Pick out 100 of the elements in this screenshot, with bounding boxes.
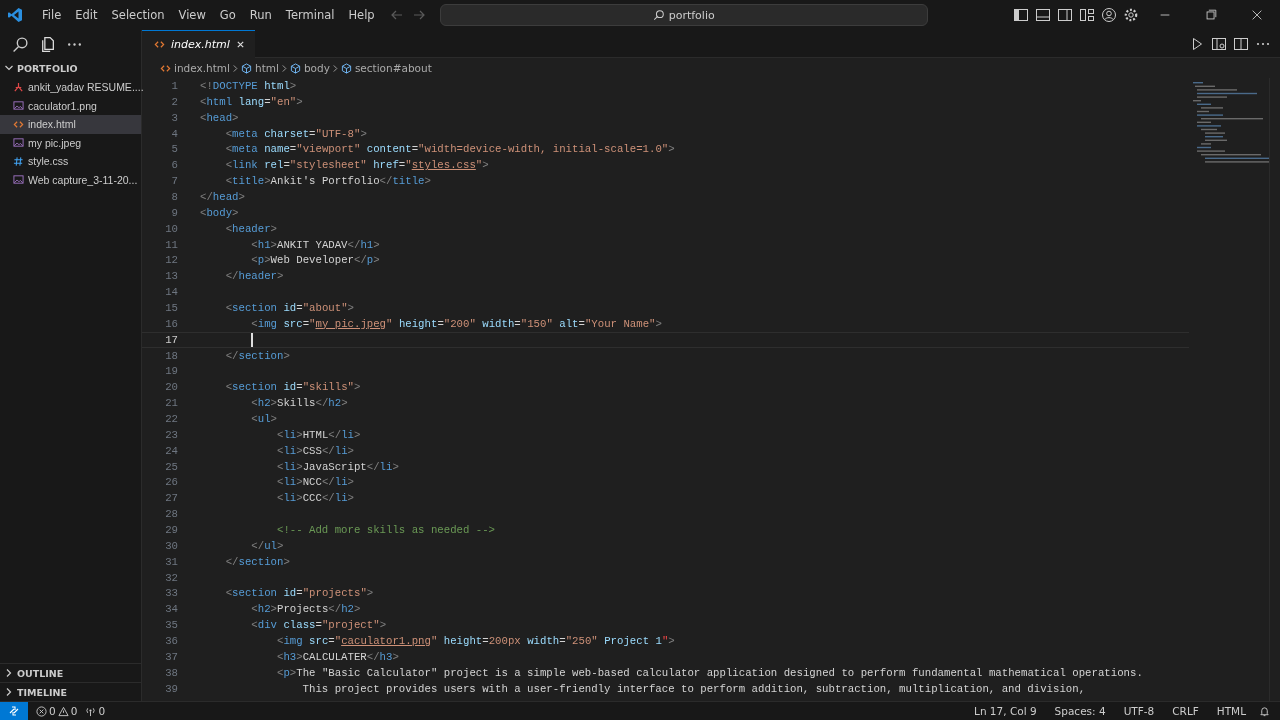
code-line: <section id="about"> [224,301,354,314]
split-editor-icon[interactable] [1233,35,1249,52]
code-line: <html lang="en"> [200,95,303,108]
folder-header[interactable]: PORTFOLIO [0,58,141,78]
ports-status[interactable]: 0 [85,705,106,717]
forward-arrow-icon[interactable] [411,8,426,22]
chevron-icon [331,63,339,73]
code-line: <h2>Skills</h2> [250,397,348,410]
line-number: 10 [164,222,179,235]
code-line: <section id="skills"> [224,381,361,394]
settings-icon[interactable] [1123,7,1139,23]
line-number: 17 [164,333,179,346]
panel-header[interactable]: OUTLINE [0,663,141,682]
panel-toggle-icon[interactable] [1035,7,1051,23]
menu-item[interactable]: Run [242,8,279,22]
antenna-icon [85,705,97,717]
line-number: 12 [164,254,179,267]
line-number: 36 [164,635,179,647]
line-number: 7 [170,175,179,188]
code-line: <meta name="viewport" content="width=device-width, initial-scale=1.0"> [224,143,675,156]
line-number: 13 [164,270,179,283]
search-icon[interactable] [12,35,29,53]
line-number: 15 [164,301,179,314]
breadcrumb-item[interactable]: body [289,62,330,74]
line-number: 22 [164,412,179,425]
close-icon[interactable] [235,39,245,49]
remote-button[interactable] [0,702,28,720]
line-number: 23 [164,428,179,441]
account-icon[interactable] [1101,7,1117,23]
line-number: 31 [164,555,179,568]
line-number: 33 [164,587,179,600]
menu-item[interactable]: Selection [104,8,172,22]
code-file-icon [13,118,24,130]
code-line: <img src="caculator1.png" height=200px width="250" Project 1"> [275,635,675,647]
explorer-entry[interactable]: style.css [0,152,141,171]
problems-status[interactable]: 0 0 [36,705,78,717]
error-icon [36,705,47,717]
menu-item[interactable]: Terminal [278,8,342,22]
chevron-icon [280,63,288,73]
explorer-entry[interactable]: Web capture_3-11-20... [0,170,141,189]
back-arrow-icon[interactable] [389,8,404,22]
language-mode[interactable]: HTML [1216,705,1246,717]
breadcrumb-item[interactable]: index.html [160,62,230,74]
layout-icon[interactable] [1079,7,1095,23]
code-line: <section id="projects"> [224,587,374,600]
close-icon[interactable] [1250,8,1264,22]
menu-item[interactable]: View [171,8,213,22]
explorer-icon[interactable] [39,35,56,53]
search-icon [652,9,665,21]
code-line: <head> [200,111,239,124]
line-number: 21 [164,397,179,410]
open-preview-icon[interactable] [1211,35,1227,52]
line-number: 35 [164,619,179,632]
line-number: 20 [164,381,179,394]
secondary-sidebar-icon[interactable] [1057,7,1073,23]
code-line: </head> [200,190,245,203]
chevron-icon [232,63,239,73]
explorer-entry[interactable]: caculator1.png [0,96,141,115]
line-number: 6 [170,159,179,172]
line-number: 3 [170,111,179,124]
pdf-file-icon [13,81,24,93]
notifications-icon[interactable] [1259,705,1270,717]
app-logo-icon [7,7,23,23]
code-line: <h3>CALCULATER</h3> [275,650,399,663]
breadcrumb-item[interactable]: html [241,62,279,74]
menu-item[interactable]: Go [212,8,243,22]
code-line: <!DOCTYPE html> [200,79,297,92]
image-file-icon [13,100,24,112]
menu-item[interactable]: Edit [68,8,105,22]
image-file-icon [13,137,24,149]
explorer-entry[interactable]: index.html [0,115,141,134]
explorer-entry[interactable]: my pic.jpeg [0,133,141,152]
line-number: 30 [164,539,179,552]
command-center-search[interactable]: portfolio [439,4,928,26]
sidebar-toggle-icon[interactable] [1013,7,1029,23]
editor-tab[interactable]: index.html [142,29,255,58]
breadcrumb-item[interactable]: section#about [340,62,432,74]
line-number: 28 [164,508,179,521]
menu-item[interactable]: Help [341,8,382,22]
code-line: <title>Ankit's Portfolio</title> [224,175,431,188]
image-file-icon [13,174,24,186]
encoding-status[interactable]: UTF-8 [1123,705,1155,717]
cursor-position[interactable]: Ln 17, Col 9 [974,705,1037,717]
line-number: 2 [170,95,179,108]
code-line: This project provides users with a user-friendly interface to perform addition, subtraction, multiplication, and division, [301,682,1086,695]
line-number: 26 [164,476,179,489]
restore-icon[interactable] [1204,8,1218,22]
line-number: 1 [170,79,179,92]
line-number: 32 [164,571,179,584]
code-line: <meta charset="UTF-8"> [224,127,367,140]
text-cursor [251,332,253,347]
indentation-status[interactable]: Spaces: 4 [1054,705,1106,717]
menu-item[interactable]: File [35,8,69,22]
line-number: 14 [164,286,179,299]
line-ending-status[interactable]: CRLF [1172,705,1199,717]
line-number: 11 [164,238,179,251]
code-line: <!-- Add more skills as needed --> [275,524,496,536]
code-line: <div class="project"> [250,619,387,632]
line-number: 24 [164,444,179,457]
explorer-entry[interactable]: ankit_yadav RESUME.... [0,78,141,97]
